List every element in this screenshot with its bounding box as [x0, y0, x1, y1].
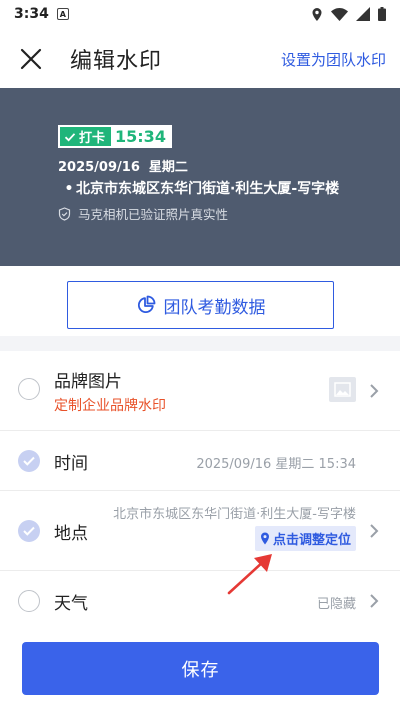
page-title: 编辑水印: [70, 49, 163, 74]
close-button[interactable]: [14, 42, 48, 76]
time-label: 时间: [54, 454, 88, 474]
bullet: •: [64, 181, 74, 197]
check-icon: [23, 526, 35, 536]
watermark-verify: 马克相机已验证照片真实性: [58, 204, 348, 223]
set-team-watermark-link[interactable]: 设置为团队水印: [281, 49, 386, 70]
image-icon: [329, 377, 356, 402]
location-value: 北京市东城区东华门街道·利生大厦-写字楼: [113, 507, 356, 522]
check-icon: [64, 132, 76, 141]
brand-sub: 定制企业品牌水印: [54, 398, 166, 414]
section-divider: [0, 336, 400, 351]
save-button[interactable]: 保存: [22, 642, 379, 695]
chevron-right-icon: [370, 524, 379, 538]
option-location[interactable]: 地点 北京市东城区东华门街道·利生大厦-写字楼 点击调整定位: [0, 491, 400, 571]
watermark-date: 2025/09/16 星期二: [58, 160, 188, 175]
adjust-location-label: 点击调整定位: [272, 533, 351, 548]
location-checkbox[interactable]: [18, 520, 40, 542]
wifi-icon: [331, 7, 348, 21]
watermark-header: 打卡 15:34: [58, 125, 348, 148]
weather-value: 已隐藏: [316, 597, 356, 612]
team-attendance-label: 团队考勤数据: [163, 297, 266, 318]
time-checkbox[interactable]: [18, 450, 40, 472]
punch-tag: 打卡: [58, 125, 114, 148]
status-bar: 3:34 A: [0, 0, 400, 28]
location-icon: [312, 7, 322, 21]
watermark-location-text: 北京市东城区东华门街道·利生大厦-写字楼: [76, 181, 340, 197]
shield-check-icon: [58, 206, 71, 221]
punch-time: 15:34: [113, 125, 172, 148]
location-pin-icon: [260, 532, 269, 545]
chevron-right-icon: [370, 384, 379, 398]
weather-checkbox[interactable]: [18, 590, 40, 612]
a-box-icon: A: [56, 8, 69, 20]
brand-checkbox[interactable]: [18, 378, 40, 400]
status-icons: [311, 7, 386, 22]
option-time[interactable]: 时间 2025/09/16 星期二 15:34: [0, 431, 400, 491]
weather-label: 天气: [54, 594, 88, 614]
time-value: 2025/09/16 星期二 15:34: [196, 457, 356, 472]
punch-label: 打卡: [79, 131, 106, 146]
adjust-location-button[interactable]: 点击调整定位: [254, 526, 356, 551]
verify-text: 马克相机已验证照片真实性: [78, 207, 229, 222]
signal-icon: [356, 7, 370, 21]
team-attendance-button[interactable]: 团队考勤数据: [67, 281, 334, 329]
watermark-box: 打卡 15:34 2025/09/16 星期二 • 北京市东城区东华门街道·利生…: [58, 125, 348, 223]
options-list: 品牌图片 定制企业品牌水印 时间 2025/09/16 星期二 15:34 地点…: [0, 351, 400, 631]
option-brand-image[interactable]: 品牌图片 定制企业品牌水印: [0, 351, 400, 431]
check-icon: [23, 456, 35, 466]
option-weather[interactable]: 天气 已隐藏: [0, 571, 400, 631]
battery-icon: [378, 7, 386, 21]
location-label: 地点: [54, 524, 88, 544]
watermark-preview: 打卡 15:34 2025/09/16 星期二 • 北京市东城区东华门街道·利生…: [0, 88, 400, 266]
brand-label: 品牌图片: [54, 372, 122, 392]
chevron-right-icon: [370, 594, 379, 608]
watermark-location: • 北京市东城区东华门街道·利生大厦-写字楼: [58, 180, 348, 198]
close-icon: [20, 48, 42, 70]
header: 编辑水印 设置为团队水印: [0, 28, 400, 90]
status-time: 3:34: [14, 6, 49, 22]
pie-chart-icon: [137, 295, 155, 314]
